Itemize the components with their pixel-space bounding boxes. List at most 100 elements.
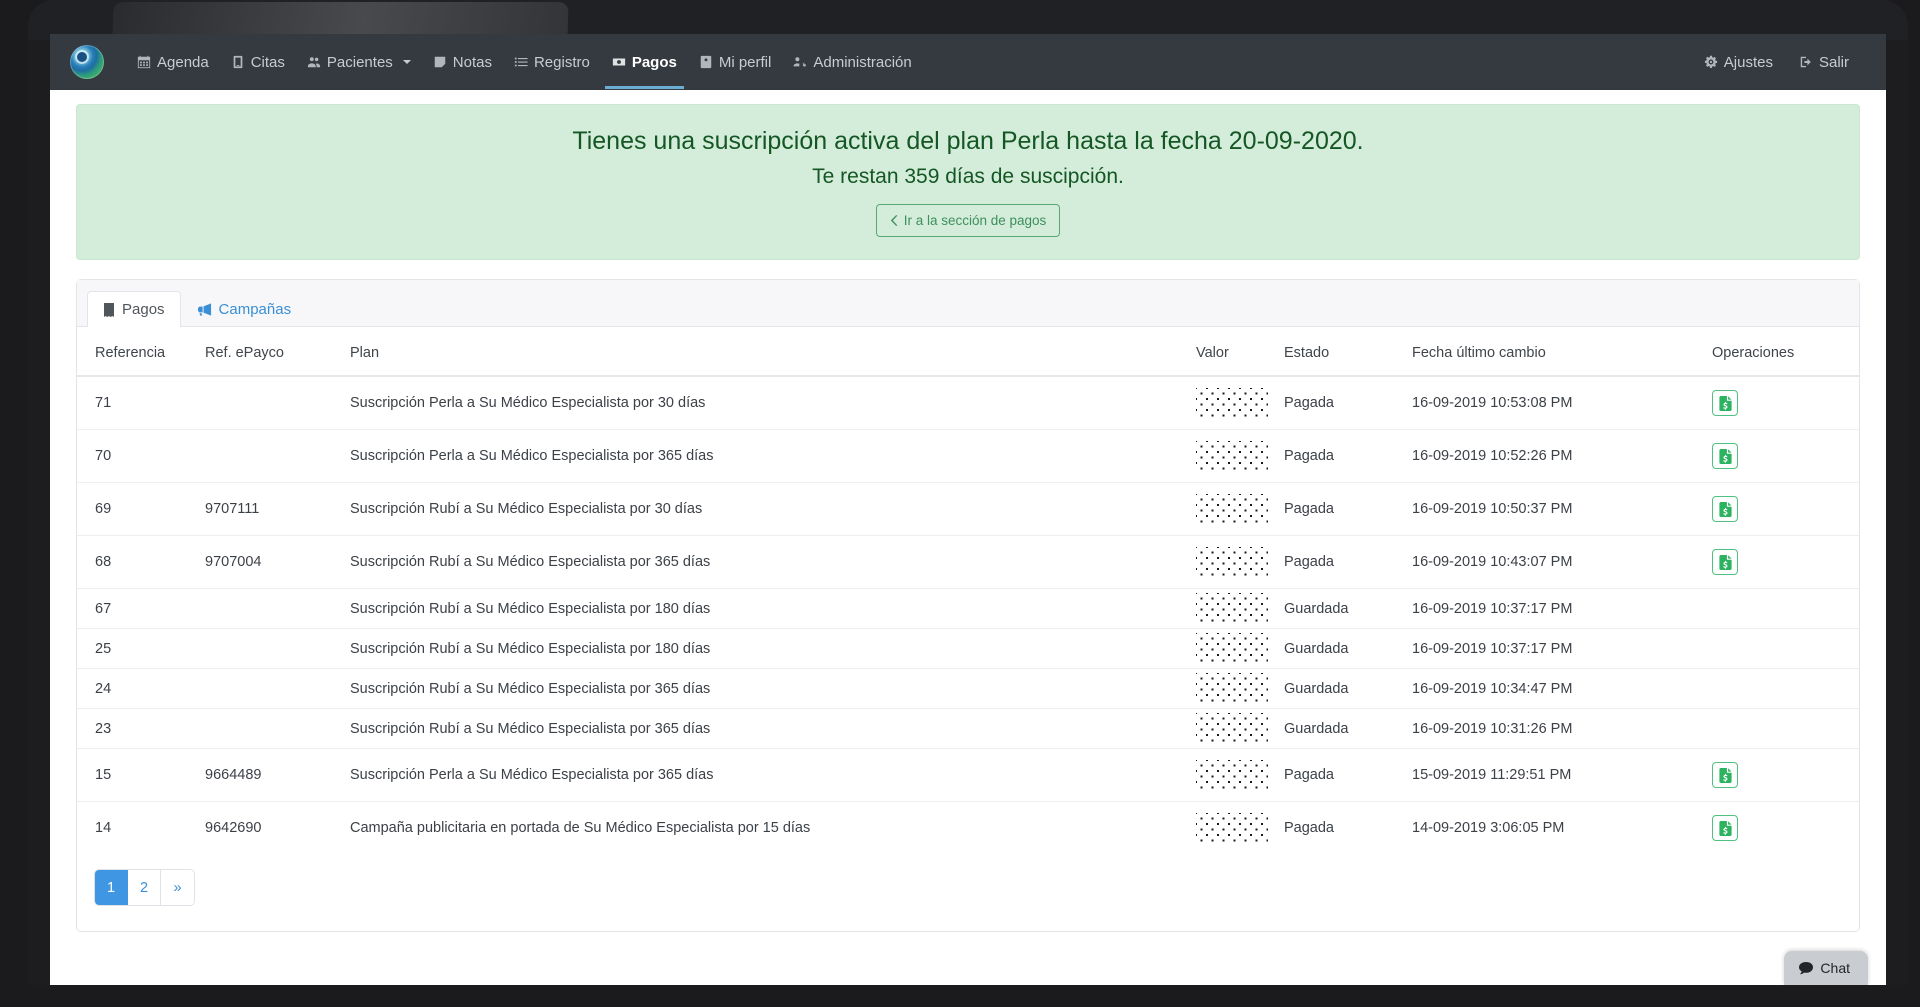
nav-item-agenda[interactable]: Agenda — [126, 36, 220, 89]
cell-ref-epayco: 9664489 — [197, 748, 342, 802]
megaphone-icon — [197, 303, 212, 316]
redacted-value — [1196, 440, 1268, 472]
cell-ref-epayco — [197, 628, 342, 669]
cell-plan: Suscripción Rubí a Su Médico Especialist… — [342, 628, 1188, 669]
nav-item-registro[interactable]: Registro — [503, 36, 601, 89]
invoice-button[interactable] — [1712, 390, 1738, 416]
redacted-value — [1196, 633, 1268, 664]
redacted-value — [1196, 387, 1268, 419]
payments-table: Referencia Ref. ePayco Plan Valor Estado… — [77, 327, 1859, 854]
cell-valor — [1188, 748, 1276, 802]
cell-valor — [1188, 376, 1276, 430]
alert-line-1: Tienes una suscripción activa del plan P… — [572, 127, 1364, 155]
nav-item-mi-perfil[interactable]: Mi perfil — [688, 36, 783, 89]
cell-valor — [1188, 801, 1276, 854]
invoice-button[interactable] — [1712, 762, 1738, 788]
cell-ref-epayco: 9707004 — [197, 535, 342, 589]
table-row: 70 Suscripción Perla a Su Médico Especial… — [77, 429, 1859, 483]
nav-item-pacientes[interactable]: Pacientes — [296, 36, 422, 89]
nav-item-label: Administración — [813, 53, 912, 71]
cell-referencia: 14 — [77, 801, 197, 854]
invoice-icon — [1718, 820, 1732, 836]
cell-referencia: 71 — [95, 395, 112, 411]
chat-widget-button[interactable]: Chat — [1784, 951, 1868, 985]
tab-label: Pagos — [122, 301, 165, 318]
table-row: 68 9707004 Suscripción Rubí a Su Médico Es… — [77, 535, 1859, 589]
go-to-payments-label: Ir a la sección de pagos — [903, 213, 1047, 228]
cell-valor — [1188, 628, 1276, 669]
cell-fecha: 16-09-2019 10:43:07 PM — [1404, 535, 1704, 589]
list-icon — [514, 55, 528, 69]
page-viewport: Agenda Citas Pacientes Notas Registro Pa… — [50, 34, 1886, 985]
chevron-left-icon — [890, 215, 899, 226]
cell-fecha: 16-09-2019 10:37:17 PM — [1404, 588, 1704, 629]
cell-operaciones — [1704, 482, 1859, 536]
tab-campanas[interactable]: Campañas — [181, 291, 308, 327]
nav-item-notas[interactable]: Notas — [422, 36, 503, 89]
go-to-payments-button[interactable]: Ir a la sección de pagos — [875, 204, 1061, 237]
table-row: 25 Suscripción Rubí a Su Médico Especiali… — [77, 628, 1859, 669]
nav-item-pagos[interactable]: Pagos — [601, 36, 688, 89]
page-link-1[interactable]: 1 — [95, 870, 128, 905]
nav-item-salir[interactable]: Salir — [1788, 36, 1860, 89]
cell-ref-epayco: 9642690 — [197, 801, 342, 854]
nav-item-administracion[interactable]: Administración — [782, 36, 922, 89]
nav-item-label: Salir — [1818, 53, 1849, 71]
cell-operaciones — [1704, 708, 1859, 749]
sticky-note-icon — [433, 55, 447, 69]
cell-estado: Guardada — [1276, 668, 1404, 709]
invoice-button[interactable] — [1712, 815, 1738, 841]
cell-estado: Pagada — [1276, 429, 1404, 483]
cell-estado: Pagada — [1276, 535, 1404, 589]
redacted-value — [1196, 812, 1268, 844]
browser-window: Agenda Citas Pacientes Notas Registro Pa… — [28, 0, 1908, 985]
nav-item-label: Ajustes — [1723, 53, 1773, 71]
redacted-value — [1196, 593, 1268, 624]
cell-valor — [1188, 535, 1276, 589]
page-link-2[interactable]: 2 — [128, 870, 161, 905]
redacted-value — [1196, 759, 1268, 791]
cell-fecha: 16-09-2019 10:53:08 PM — [1412, 395, 1573, 411]
nav-item-ajustes[interactable]: Ajustes — [1693, 36, 1784, 89]
pagination: 1 2» — [95, 870, 194, 905]
payments-table-body: 71 Suscripción Perla a Su Médico Especial… — [77, 376, 1859, 854]
page-link-»[interactable]: » — [161, 870, 194, 905]
cell-estado: Pagada — [1276, 482, 1404, 536]
nav-item-label: Registro — [533, 53, 590, 71]
tab-label: Campañas — [218, 301, 292, 318]
brand-logo-icon[interactable] — [70, 45, 104, 79]
redacted-value — [1196, 713, 1268, 744]
users-icon — [307, 55, 321, 69]
cell-fecha: 16-09-2019 10:52:26 PM — [1404, 429, 1704, 483]
redacted-value — [1196, 493, 1268, 525]
nav-item-label: Pacientes — [326, 53, 393, 71]
desktop-background: Agenda Citas Pacientes Notas Registro Pa… — [0, 0, 1920, 1007]
tab-pagos[interactable]: Pagos — [87, 291, 181, 327]
cell-operaciones — [1704, 628, 1859, 669]
cell-ref-epayco: 9707111 — [197, 482, 342, 536]
cell-fecha: 16-09-2019 10:34:47 PM — [1404, 668, 1704, 709]
col-operaciones: Operaciones — [1704, 327, 1859, 377]
invoice-button[interactable] — [1712, 496, 1738, 522]
alert-button-wrap: Ir a la sección de pagos — [87, 204, 1849, 237]
redacted-value — [1196, 546, 1268, 578]
cell-operaciones — [1704, 588, 1859, 629]
cell-plan: Suscripción Rubí a Su Médico Especialist… — [342, 535, 1188, 589]
invoice-button[interactable] — [1712, 443, 1738, 469]
nav-right-items: Ajustes Salir — [1693, 36, 1860, 89]
cell-plan: Suscripción Rubí a Su Médico Especialist… — [342, 668, 1188, 709]
calendar-icon — [137, 55, 151, 69]
nav-item-citas[interactable]: Citas — [220, 36, 296, 89]
alert-line-2: Te restan 359 días de suscipción. — [812, 164, 1124, 188]
redacted-value — [1196, 673, 1268, 704]
cell-referencia: 67 — [77, 588, 197, 629]
invoice-icon — [1718, 767, 1732, 783]
cell-estado: Pagada — [1276, 748, 1404, 802]
cell-valor — [1188, 482, 1276, 536]
col-plan: Plan — [342, 327, 1188, 377]
cell-referencia: 23 — [77, 708, 197, 749]
nav-item-label: Notas — [452, 53, 492, 71]
invoice-button[interactable] — [1712, 549, 1738, 575]
cell-operaciones — [1704, 668, 1859, 709]
cell-referencia: 15 — [77, 748, 197, 802]
